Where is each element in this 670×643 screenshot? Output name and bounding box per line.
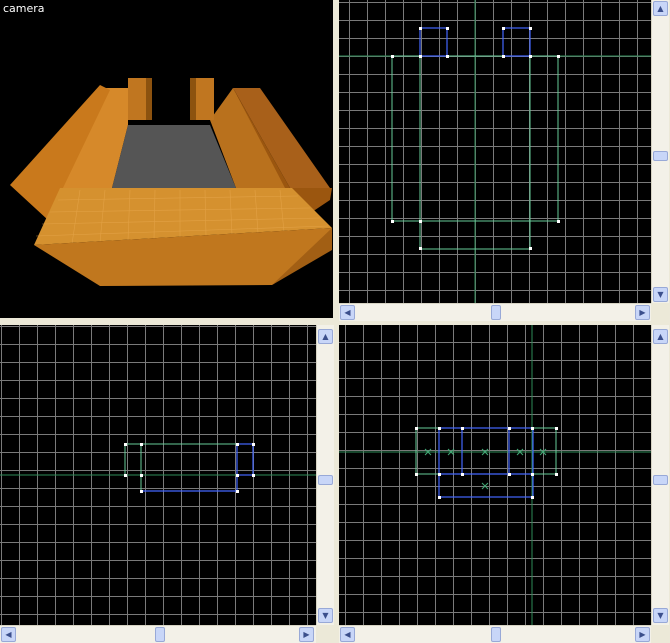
camera-viewport[interactable]: camera xyxy=(0,0,333,318)
camera-render xyxy=(10,78,332,286)
side-viewport[interactable] xyxy=(0,325,316,625)
scroll-corner xyxy=(651,303,668,320)
camera-label: camera xyxy=(3,2,45,15)
top-viewport-vscroll[interactable]: ▲ ▼ xyxy=(651,0,669,303)
front-viewport-hscroll[interactable]: ◀ ▶ xyxy=(339,625,651,643)
side-brush-outline xyxy=(0,443,316,493)
scroll-thumb[interactable] xyxy=(155,627,165,642)
side-viewport-vscroll[interactable]: ▲ ▼ xyxy=(316,325,334,625)
top-viewport-hscroll[interactable]: ◀ ▶ xyxy=(339,303,651,321)
front-viewport-vscroll[interactable]: ▲ ▼ xyxy=(651,325,669,625)
scroll-thumb[interactable] xyxy=(653,151,668,161)
scroll-thumb[interactable] xyxy=(653,475,668,485)
scroll-corner xyxy=(651,625,668,642)
front-viewport[interactable] xyxy=(339,325,651,625)
scroll-left-button[interactable]: ◀ xyxy=(340,305,355,320)
scroll-thumb[interactable] xyxy=(491,305,501,320)
scroll-up-button[interactable]: ▲ xyxy=(653,329,668,344)
scroll-down-button[interactable]: ▼ xyxy=(653,287,668,302)
scroll-right-button[interactable]: ▶ xyxy=(299,627,314,642)
scroll-left-button[interactable]: ◀ xyxy=(340,627,355,642)
scroll-up-button[interactable]: ▲ xyxy=(653,1,668,16)
front-brush-outline xyxy=(339,325,651,625)
scroll-left-button[interactable]: ◀ xyxy=(1,627,16,642)
side-viewport-hscroll[interactable]: ◀ ▶ xyxy=(0,625,316,643)
scroll-right-button[interactable]: ▶ xyxy=(635,627,650,642)
top-brush-outline xyxy=(339,0,651,303)
scroll-thumb[interactable] xyxy=(491,627,501,642)
top-viewport[interactable] xyxy=(339,0,651,303)
scroll-right-button[interactable]: ▶ xyxy=(635,305,650,320)
scroll-corner xyxy=(316,625,333,642)
scroll-thumb[interactable] xyxy=(318,475,333,485)
scroll-up-button[interactable]: ▲ xyxy=(318,329,333,344)
scroll-down-button[interactable]: ▼ xyxy=(318,608,333,623)
scroll-down-button[interactable]: ▼ xyxy=(653,608,668,623)
